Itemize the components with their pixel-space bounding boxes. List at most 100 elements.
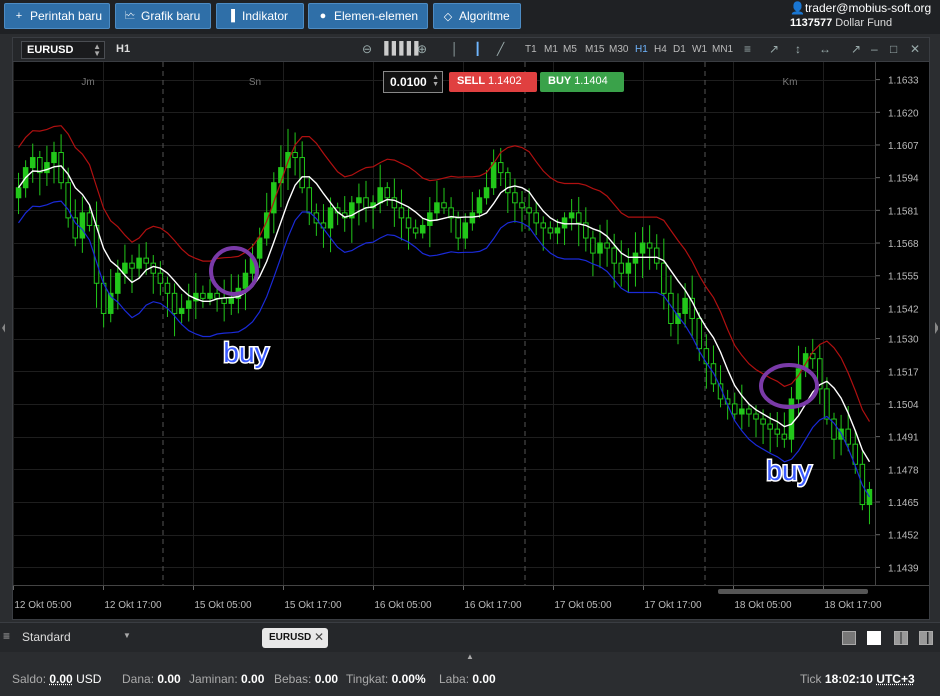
timeframe-m15[interactable]: M15 [585,44,604,55]
left-panel-handle[interactable] [1,320,5,336]
candle-body [497,162,504,174]
price-tick-label: 1.1439 [888,563,919,574]
lot-size-input[interactable]: 0.0100 ▲ ▼ [383,71,443,93]
timeframe-t1[interactable]: T1 [525,44,537,55]
timeframe-w1[interactable]: W1 [692,44,707,55]
buy-label: BUY [548,75,572,87]
bar-chart-icon[interactable]: │ [451,42,459,56]
saldo-value[interactable]: 0.00 [49,672,72,686]
timeframe-h4[interactable]: H4 [654,44,667,55]
price-axis-svg: 1.1633 1.1620 1.1607 1.1594 1.1581 1.1568 1.15… [876,76,919,574]
elements-button[interactable]: ● Elemen-elemen [308,3,428,29]
draw-line-icon[interactable]: ↗ [769,42,779,56]
layout-split-icon[interactable] [919,631,933,645]
timeframe-d1[interactable]: D1 [673,44,686,55]
candle-body [157,272,164,284]
close-icon[interactable]: ✕ [910,42,920,56]
candle-body [178,307,185,314]
day-label: Jm [81,77,94,88]
zoom-out-icon[interactable]: ⊖ [362,42,372,56]
candle-body [29,157,36,169]
minimize-icon[interactable]: – [871,42,878,56]
horizontal-line-icon[interactable]: ↔ [819,42,831,56]
candle-body [739,408,745,415]
layout-single-icon[interactable] [842,631,856,645]
timeframe-h1[interactable]: H1 [635,44,648,55]
time-tick-label: 18 Okt 17:00 [824,600,882,611]
candle-body [384,187,391,199]
price-tick-label: 1.1452 [888,531,919,542]
candle-body [214,292,220,299]
candle-body [306,187,313,214]
zoom-in-icon[interactable]: ⊕ [417,42,427,56]
candle-body [44,162,50,174]
vertical-line-icon[interactable]: ↕ [795,42,801,56]
candle-body [292,152,298,159]
candle-body [207,292,213,299]
fund-name: Dollar Fund [835,17,893,29]
candle-body [547,227,554,234]
candle-body [661,262,667,294]
algorithm-button[interactable]: ◇ Algoritme [433,3,521,29]
buy-button[interactable]: BUY 1.1404 [540,72,624,92]
new-order-label: Perintah baru [30,9,103,23]
sell-button[interactable]: SELL 1.1402 [449,72,537,92]
candle-chart-icon[interactable]: ┃ [474,42,481,56]
laba: Laba: 0.00 [439,672,496,686]
timeframe-m5[interactable]: M5 [563,44,577,55]
candle-body [632,252,639,264]
symbol-value: EURUSD [27,44,74,56]
time-tick-label: 17 Okt 05:00 [554,600,612,611]
saldo-label: Saldo: [12,672,47,686]
price-tick-label: 1.1465 [888,498,919,509]
new-chart-label: Grafik baru [141,9,201,23]
symbol-select[interactable]: EURUSD ▲ ▼ [21,41,105,59]
candle-body [476,197,483,214]
new-order-button[interactable]: + Perintah baru [4,3,110,29]
candle-body [412,227,419,234]
layout-columns-icon[interactable] [894,631,908,645]
chart-scrollbar[interactable] [718,589,868,594]
user-email: trader@mobius-soft.org [804,1,932,15]
crosshair-icon[interactable]: ≡ [744,42,751,56]
candle-body [93,224,100,284]
detach-icon[interactable]: ↗ [851,42,861,56]
tab-close-icon[interactable]: ✕ [314,630,324,644]
account-info[interactable]: 👤trader@mobius-soft.org 1137577 Dollar F… [790,1,936,29]
maximize-icon[interactable]: □ [890,42,897,56]
price-chart[interactable]: Jm Sn Km buy buy [13,62,875,585]
layout-select[interactable]: Standard [22,630,71,644]
right-panel-handle[interactable] [934,320,938,336]
jaminan-label: Jaminan: [189,672,238,686]
zoom-slider[interactable]: ▐▐▐▐▐ [380,41,419,55]
plus-icon: + [15,10,23,22]
candle-body [434,202,440,214]
sell-label: SELL [457,75,485,87]
chevron-down-icon[interactable]: ▼ [123,631,131,640]
time-tick-label: 15 Okt 17:00 [284,600,342,611]
line-chart-icon[interactable]: ╱ [497,42,504,56]
timeframe-m30[interactable]: M30 [609,44,628,55]
indicator-button[interactable]: ▐ Indikator [216,3,304,29]
layout-grid-icon[interactable] [867,631,881,645]
candle-body [526,207,532,214]
candle-body [455,217,461,239]
chart-tab-eurusd[interactable]: EURUSD ✕ [262,628,328,648]
candle-body [505,172,511,194]
dana-label: Dana: [122,672,155,686]
laba-value: 0.00 [472,672,496,686]
candle-body [731,403,738,415]
candle-body [767,423,773,430]
timezone-select[interactable]: UTC+3 [876,672,914,686]
new-chart-button[interactable]: 🗠 Grafik baru [115,3,211,29]
menu-icon[interactable]: ≡ [3,629,10,643]
candle-body [533,212,539,224]
candle-body [441,202,447,209]
bebas-value: 0.00 [314,672,339,686]
timeframe-mn1[interactable]: MN1 [712,44,733,55]
bebas: Bebas: 0.00 [274,672,338,686]
candle-body [512,192,518,204]
expand-panel-icon[interactable]: ▲ [466,652,474,661]
candle-body [398,207,405,219]
timeframe-m1[interactable]: M1 [544,44,558,55]
